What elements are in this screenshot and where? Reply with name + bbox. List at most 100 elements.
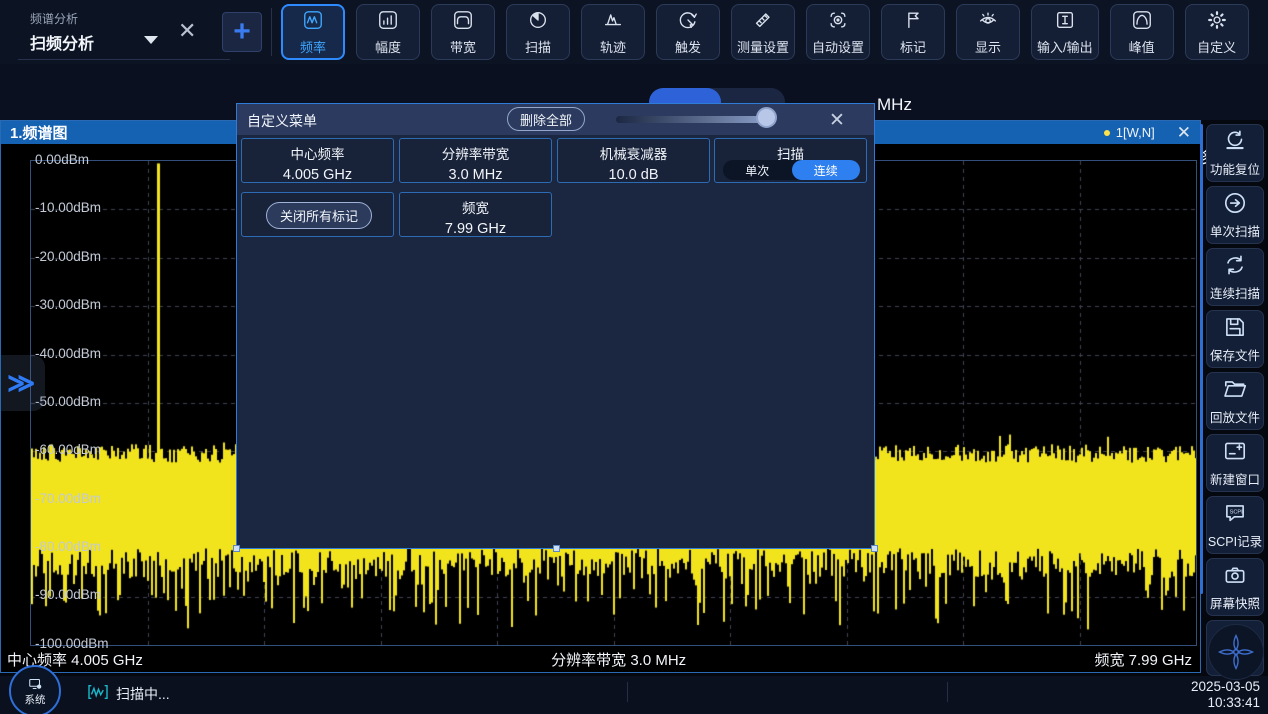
tab-bandwidth[interactable]: 带宽 (431, 4, 495, 60)
custom-icon (1206, 9, 1228, 34)
resize-handle-br[interactable] (871, 545, 878, 552)
tab-custom[interactable]: 自定义 (1185, 4, 1249, 60)
dialog-close-icon[interactable]: ✕ (829, 109, 845, 132)
status-divider (947, 682, 948, 702)
auto-setup-icon (827, 9, 849, 34)
sidebar-label: SCPI记录 (1208, 531, 1262, 550)
status-bar (0, 676, 1268, 714)
main-toolbar: 频率 幅度 带宽 扫描 轨迹 触发 测量设置 自动设置 (281, 4, 1249, 60)
cell-value: 4.005 GHz (242, 167, 393, 183)
dialog-cell-mech-attenuator[interactable]: 机械衰减器 10.0 dB (557, 138, 710, 183)
tab-label: 测量设置 (737, 37, 789, 56)
amplitude-icon (377, 9, 399, 34)
add-window-button[interactable]: + (222, 12, 262, 52)
y-axis-tick: -40.00dBm (35, 346, 101, 361)
tab-sweep[interactable]: 扫描 (506, 4, 570, 60)
sidebar-item-replay-file[interactable]: 回放文件 (1206, 372, 1264, 430)
plus-icon: + (233, 18, 251, 46)
tab-display[interactable]: 显示 (956, 4, 1020, 60)
window-title: 1.频谱图 (10, 122, 68, 143)
input-output-icon (1054, 9, 1076, 34)
tab-label: 轨迹 (600, 37, 626, 56)
sidebar-label: 保存文件 (1210, 345, 1260, 364)
sidebar-label: 新建窗口 (1210, 469, 1260, 488)
dialog-header[interactable]: 自定义菜单 删除全部 ✕ (237, 104, 874, 135)
save-file-icon (1222, 314, 1248, 343)
sidebar-item-function-reset[interactable]: 功能复位 (1206, 124, 1264, 182)
delete-all-button[interactable]: 删除全部 (507, 107, 585, 131)
info-rbw: 分辨率带宽 3.0 MHz (143, 649, 1095, 670)
cell-label: 中心频率 (242, 143, 393, 163)
dialog-cell-span[interactable]: 频宽 7.99 GHz (399, 192, 552, 237)
sidebar-item-save-file[interactable]: 保存文件 (1206, 310, 1264, 368)
peak-icon (1131, 9, 1153, 34)
cell-label: 分辨率带宽 (400, 143, 551, 163)
y-axis-tick: -90.00dBm (35, 587, 101, 602)
y-axis-tick: -80.00dBm (35, 539, 101, 554)
measure-setup-icon (752, 9, 774, 34)
y-axis-tick: 0.00dBm (35, 152, 89, 167)
system-icon (26, 675, 44, 693)
y-axis-tick: -30.00dBm (35, 297, 101, 312)
sidebar-item-new-window[interactable]: 新建窗口 (1206, 434, 1264, 492)
app-mode-label: 扫频分析 (30, 30, 94, 54)
tab-label: 输入/输出 (1037, 37, 1093, 56)
app-tab-underline (18, 59, 230, 60)
sidebar-item-screenshot[interactable]: 屏幕快照 (1206, 558, 1264, 616)
continuous-sweep-icon (1222, 252, 1248, 281)
compass-icon (1214, 630, 1258, 674)
sidebar-item-scpi-log[interactable]: SCPI SCPI记录 (1206, 496, 1264, 554)
display-icon (977, 9, 999, 34)
tab-trace[interactable]: 轨迹 (581, 4, 645, 60)
mode-dropdown-caret-icon[interactable] (144, 36, 158, 44)
close-all-markers-button[interactable]: 关闭所有标记 (266, 202, 372, 229)
tab-input-output[interactable]: 输入/输出 (1031, 4, 1099, 60)
trace-status-dot (1104, 130, 1110, 136)
y-axis-tick: -20.00dBm (35, 249, 101, 264)
dialog-opacity-slider-thumb[interactable] (756, 107, 777, 128)
sidebar-label: 连续扫描 (1210, 283, 1260, 302)
system-button[interactable]: 系统 (9, 665, 61, 714)
tab-label: 自定义 (1197, 37, 1236, 56)
frequency-icon (302, 9, 324, 34)
mode-close-icon[interactable]: ✕ (178, 20, 196, 42)
dialog-cell-rbw[interactable]: 分辨率带宽 3.0 MHz (399, 138, 552, 183)
tab-amplitude[interactable]: 幅度 (356, 4, 420, 60)
toggle-single[interactable]: 单次 (723, 160, 792, 180)
single-sweep-icon (1222, 190, 1248, 219)
y-axis-tick: -70.00dBm (35, 491, 101, 506)
sidebar-scroll-indicator[interactable] (1200, 124, 1203, 594)
resize-handle-bm[interactable] (553, 545, 560, 552)
app-category-label: 频谱分析 (30, 10, 78, 27)
dialog-cell-center-frequency[interactable]: 中心频率 4.005 GHz (241, 138, 394, 183)
tab-label: 幅度 (375, 37, 401, 56)
tab-peak[interactable]: 峰值 (1110, 4, 1174, 60)
sweep-mode-toggle[interactable]: 单次 连续 (723, 160, 860, 180)
tab-label: 扫描 (525, 37, 551, 56)
dialog-cell-sweep: 扫描 单次 连续 (714, 138, 867, 183)
info-span: 频宽 7.99 GHz (1094, 649, 1192, 670)
tab-label: 峰值 (1129, 37, 1155, 56)
tab-frequency[interactable]: 频率 (281, 4, 345, 60)
sidebar-label: 单次扫描 (1210, 221, 1260, 240)
function-reset-icon (1222, 128, 1248, 157)
toggle-continuous[interactable]: 连续 (792, 160, 861, 180)
resize-handle-bl[interactable] (233, 545, 240, 552)
sidebar-item-continuous-sweep[interactable]: 连续扫描 (1206, 248, 1264, 306)
tab-label: 自动设置 (812, 37, 864, 56)
window-close-icon[interactable]: ✕ (1177, 123, 1191, 143)
y-axis-tick: -100.00dBm (35, 636, 109, 651)
tab-trigger[interactable]: 触发 (656, 4, 720, 60)
tab-label: 标记 (900, 37, 926, 56)
navigation-compass-button[interactable] (1208, 624, 1264, 680)
dialog-opacity-slider-track[interactable] (616, 116, 774, 123)
tab-auto-setup[interactable]: 自动设置 (806, 4, 870, 60)
sweeping-icon (86, 683, 110, 706)
sidebar-item-single-sweep[interactable]: 单次扫描 (1206, 186, 1264, 244)
tab-measure-setup[interactable]: 测量设置 (731, 4, 795, 60)
tab-marker[interactable]: 标记 (881, 4, 945, 60)
tab-label: 触发 (675, 37, 701, 56)
side-panel-expand-handle[interactable]: ≫ (1, 355, 45, 411)
cell-value: 7.99 GHz (400, 221, 551, 237)
new-window-icon (1222, 438, 1248, 467)
